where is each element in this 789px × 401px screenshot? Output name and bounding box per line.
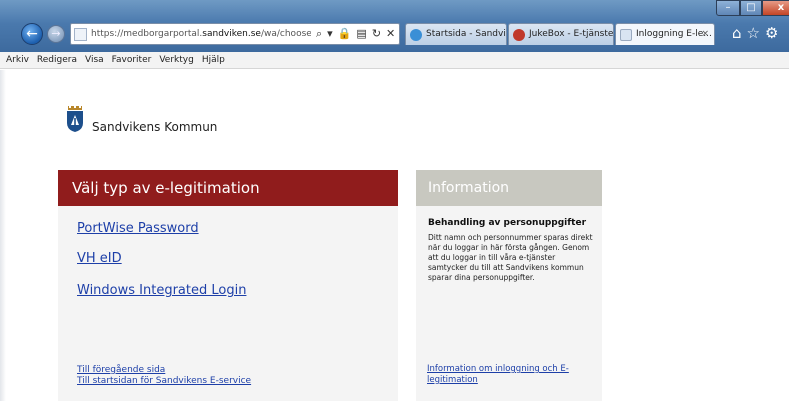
forward-button[interactable]: → xyxy=(47,25,65,43)
back-arrow-icon: ← xyxy=(26,26,38,42)
info-login-link[interactable]: Information om inloggning och E-legitima… xyxy=(427,364,595,386)
eservice-home-link[interactable]: Till startsidan för Sandvikens E-service xyxy=(77,376,251,386)
option-windows-integrated-login[interactable]: Windows Integrated Login xyxy=(77,283,246,298)
auth-panel-title: Välj typ av e-legitimation xyxy=(72,179,260,197)
info-panel-title: Information xyxy=(428,180,510,196)
menu-bar: Arkiv Redigera Visa Favoriter Verktyg Hj… xyxy=(0,52,789,69)
browser-right-icons: ⌂☆⚙ xyxy=(732,24,783,42)
search-icon[interactable]: ⌕ xyxy=(316,27,327,40)
jukebox-tab-icon xyxy=(513,29,525,41)
maximize-button[interactable]: □ xyxy=(740,0,762,16)
back-button[interactable]: ← xyxy=(21,23,43,45)
menu-item-hjalp[interactable]: Hjälp xyxy=(202,55,225,65)
left-window-edge xyxy=(0,70,6,401)
menu-item-verktyg[interactable]: Verktyg xyxy=(159,55,193,65)
address-actions: ⌕▾🔒▤↻✕ xyxy=(316,27,399,41)
tab-startsida[interactable]: Startsida - Sandvik... xyxy=(405,23,507,45)
stop-icon[interactable]: ✕ xyxy=(386,27,399,40)
window-controls: – □ x xyxy=(716,0,789,16)
brand-name: Sandvikens Kommun xyxy=(92,120,218,134)
compatibility-icon[interactable]: ▤ xyxy=(356,27,371,40)
settings-gear-icon[interactable]: ⚙ xyxy=(765,24,783,42)
home-icon[interactable]: ⌂ xyxy=(732,24,747,42)
page-tab-icon xyxy=(620,29,632,41)
minimize-button[interactable]: – xyxy=(716,0,740,16)
info-panel-header: Information xyxy=(416,170,602,206)
close-window-button[interactable]: x xyxy=(762,0,789,16)
sandviken-crest-icon xyxy=(67,106,83,132)
menu-item-arkiv[interactable]: Arkiv xyxy=(6,55,29,65)
page-favicon-icon xyxy=(74,28,87,41)
info-body-text: Ditt namn och personnummer sparas direkt… xyxy=(428,233,593,282)
refresh-icon[interactable]: ↻ xyxy=(372,27,386,40)
info-subtitle: Behandling av personuppgifter xyxy=(428,218,587,228)
menu-item-redigera[interactable]: Redigera xyxy=(37,55,77,65)
tab-close-icon[interactable]: × xyxy=(701,29,709,39)
address-url: https://medborgarportal.sandviken.se/wa/… xyxy=(91,29,311,39)
tab-jukebox[interactable]: JukeBox - E-tjänste... xyxy=(508,23,614,45)
lock-icon[interactable]: 🔒 xyxy=(338,27,357,40)
ie-tab-icon xyxy=(410,29,422,41)
previous-page-link[interactable]: Till föregående sida xyxy=(77,365,165,375)
address-bar[interactable]: https://medborgarportal.sandviken.se/wa/… xyxy=(70,23,400,45)
option-portwise-password[interactable]: PortWise Password xyxy=(77,221,199,236)
menu-item-visa[interactable]: Visa xyxy=(85,55,104,65)
option-vh-eid[interactable]: VH eID xyxy=(77,251,122,266)
tab-inloggning[interactable]: Inloggning E-le... × xyxy=(615,23,715,45)
url-domain: sandviken.se xyxy=(202,29,261,39)
auth-panel-header: Välj typ av e-legitimation xyxy=(58,170,398,206)
forward-arrow-icon: → xyxy=(51,27,61,40)
favorites-star-icon[interactable]: ☆ xyxy=(747,24,765,42)
dropdown-icon[interactable]: ▾ xyxy=(327,27,338,40)
menu-item-favoriter[interactable]: Favoriter xyxy=(112,55,152,65)
